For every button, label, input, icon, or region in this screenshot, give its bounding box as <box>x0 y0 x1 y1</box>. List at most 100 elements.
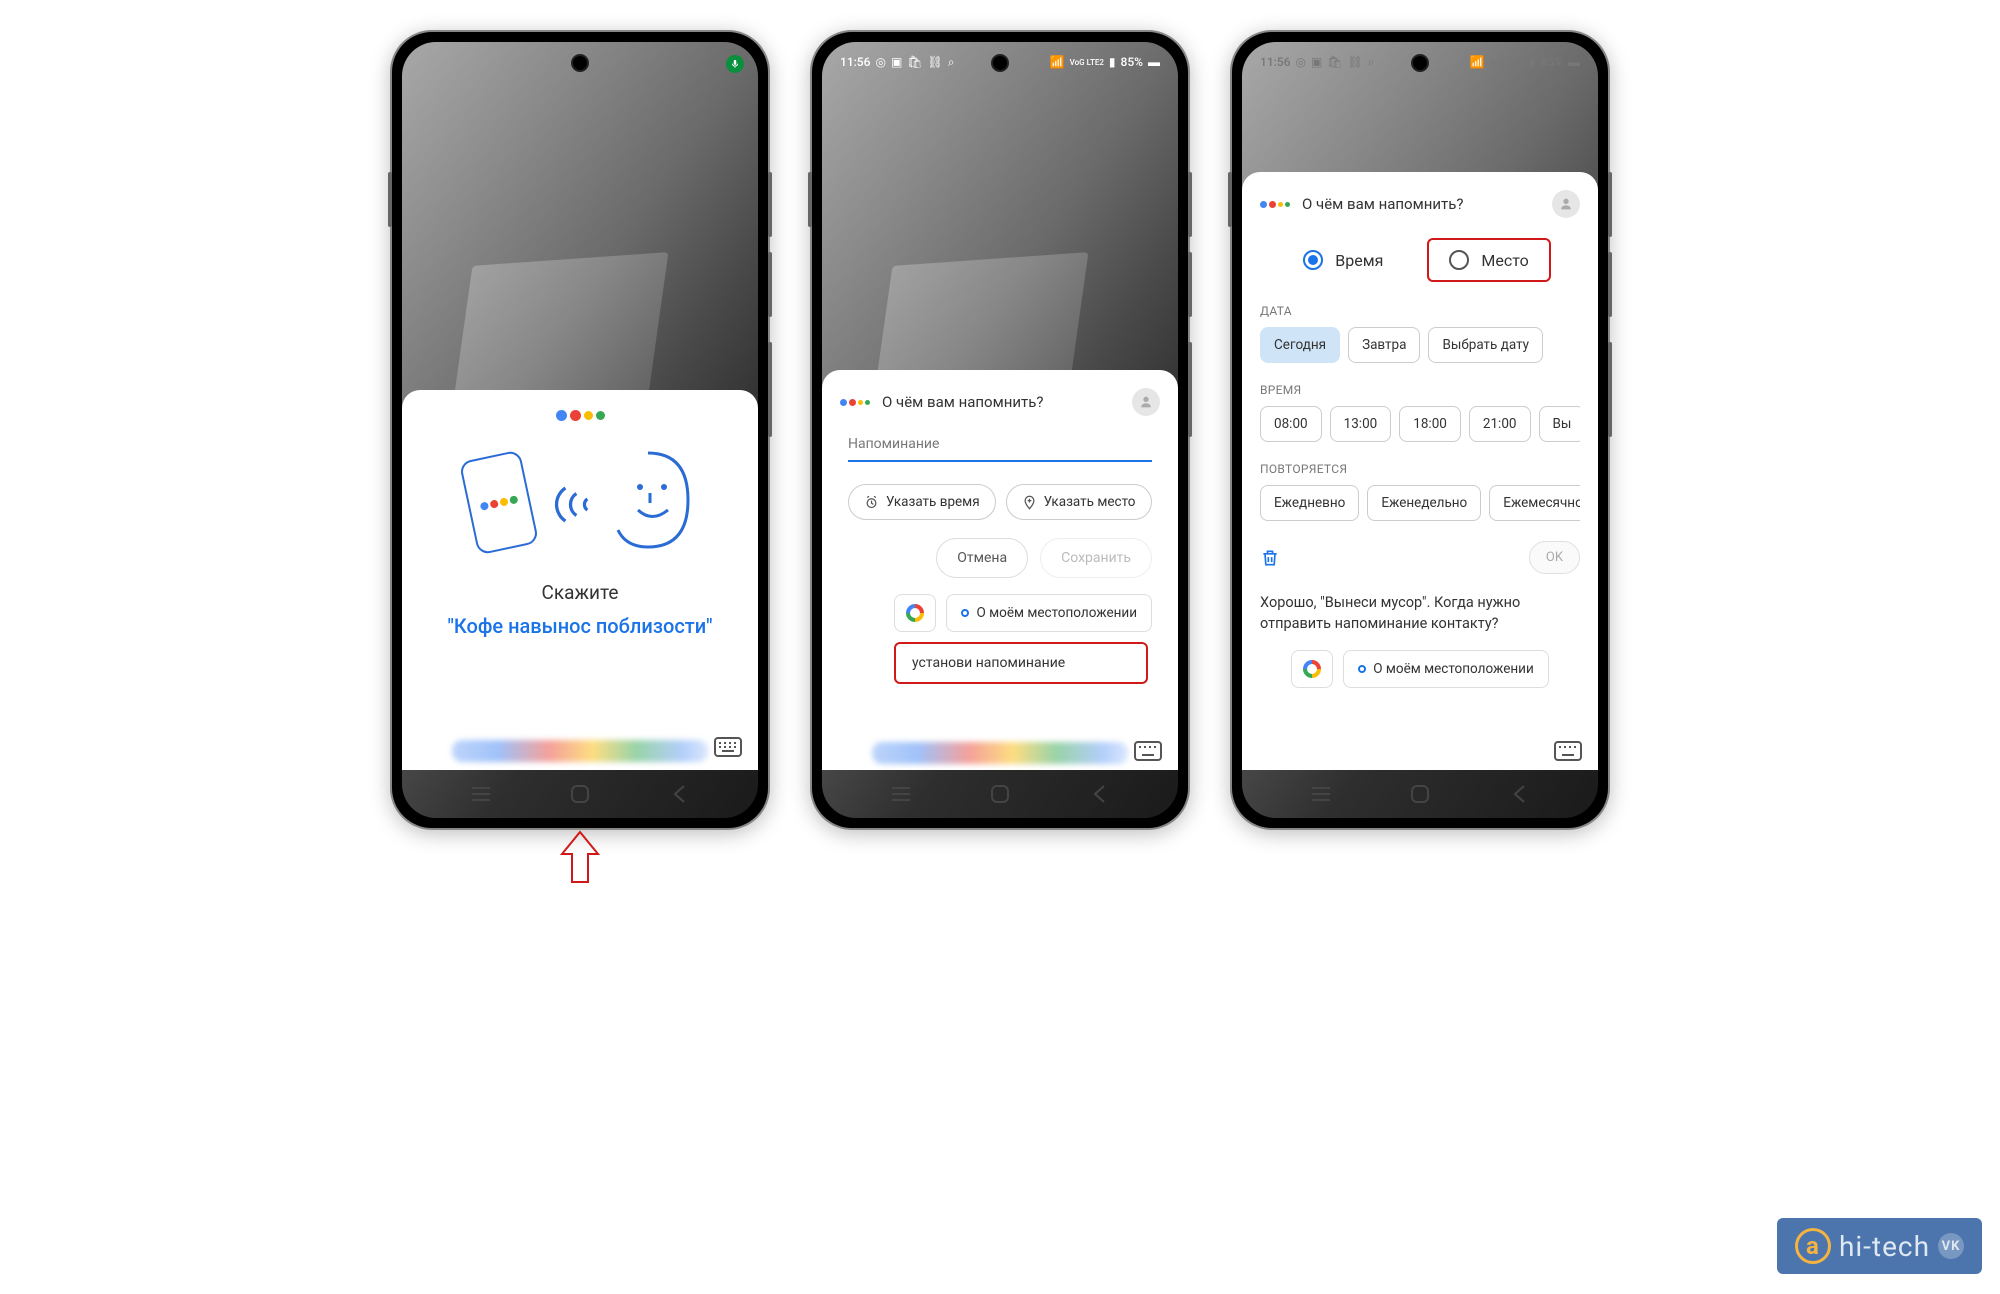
wifi-icon: 📶 <box>1470 55 1485 69</box>
time-options-row: 08:00 13:00 18:00 21:00 Вы <box>1260 406 1580 442</box>
home-button[interactable] <box>569 783 591 805</box>
location-dot-icon <box>961 609 969 617</box>
set-time-chip[interactable]: Указать время <box>848 484 996 520</box>
ok-button[interactable]: OK <box>1529 541 1580 574</box>
sheet-title: О чём вам напомнить? <box>1302 195 1540 213</box>
battery-label: 85% <box>1541 55 1563 69</box>
shopping-icon: 🛍 <box>1327 55 1342 69</box>
gallery-icon: ▣ <box>1311 55 1322 69</box>
recents-button[interactable] <box>1310 783 1332 805</box>
sheet-title: О чём вам напомнить? <box>882 393 1120 411</box>
location-suggestion-chip[interactable]: О моём местоположении <box>1343 650 1549 688</box>
date-section-label: ДАТА <box>1260 304 1580 318</box>
chart-icon: ⛓ <box>928 55 943 69</box>
watermark: a hi-tech VK <box>1777 1218 1982 1274</box>
wifi-icon: 📶 <box>1050 55 1065 69</box>
recents-button[interactable] <box>470 783 492 805</box>
say-prompt-example: "Кофе навынос поблизости" <box>447 614 712 638</box>
annotation-highlight-box: Место <box>1427 238 1550 282</box>
date-pill-choose[interactable]: Выбрать дату <box>1428 327 1543 363</box>
back-button[interactable] <box>668 783 690 805</box>
cancel-button[interactable]: Отмена <box>936 538 1028 578</box>
google-search-chip[interactable] <box>894 594 936 632</box>
mic-active-indicator <box>726 55 744 73</box>
signal-icon: ▮ <box>1109 55 1116 69</box>
android-nav-bar <box>822 770 1178 818</box>
google-search-chip[interactable] <box>1291 650 1333 688</box>
annotation-arrow-home <box>558 830 602 885</box>
time-pill[interactable]: 18:00 <box>1399 406 1461 442</box>
battery-icon: ▬ <box>1148 55 1160 69</box>
instagram-icon: ◎ <box>875 55 885 69</box>
annotation-highlight-box: установи напоминание <box>894 642 1148 684</box>
voice-wave-indicator <box>452 740 708 762</box>
voice-wave-indicator <box>872 742 1128 764</box>
profile-avatar[interactable] <box>1132 388 1160 416</box>
battery-icon: ▬ <box>1568 55 1580 69</box>
keyboard-icon[interactable] <box>1554 740 1582 762</box>
google-assistant-logo <box>556 410 605 421</box>
location-dot-icon <box>1358 665 1366 673</box>
network-label: VoG LTE2 <box>1070 58 1104 67</box>
phone-mockup-1: Скажите "Кофе навынос поблизости" <box>390 30 770 830</box>
delete-icon[interactable] <box>1260 547 1280 569</box>
google-g-icon <box>1303 660 1321 678</box>
status-time: 11:56 <box>1260 55 1290 69</box>
network-label: VoG LTE2 <box>1490 58 1524 67</box>
date-options-row: Сегодня Завтра Выбрать дату <box>1260 327 1580 363</box>
repeat-options-row: Ежедневно Еженедельно Ежемесячно <box>1260 485 1580 521</box>
keyboard-icon[interactable] <box>1134 740 1162 762</box>
time-pill[interactable]: 08:00 <box>1260 406 1322 442</box>
assistant-illustration <box>450 445 710 555</box>
search-icon: ⌕ <box>1368 55 1375 70</box>
camera-hole <box>571 54 589 72</box>
save-button[interactable]: Сохранить <box>1040 538 1152 578</box>
phone-mockup-3: 11:56 ◎ ▣ 🛍 ⛓ ⌕ 📶 VoG LTE2 ▮ 85% ▬ <box>1230 30 1610 830</box>
assistant-prompt-card: Скажите "Кофе навынос поблизости" <box>402 390 758 770</box>
recents-button[interactable] <box>890 783 912 805</box>
radio-time-option[interactable]: Время <box>1289 238 1397 282</box>
home-button[interactable] <box>1409 783 1431 805</box>
android-nav-bar <box>1242 770 1598 818</box>
vk-icon: VK <box>1938 1233 1964 1259</box>
time-pill[interactable]: 21:00 <box>1469 406 1531 442</box>
shopping-icon: 🛍 <box>907 55 922 69</box>
watermark-at-icon: a <box>1795 1228 1831 1264</box>
set-place-chip[interactable]: Указать место <box>1006 484 1152 520</box>
chart-icon: ⛓ <box>1348 55 1363 69</box>
status-time: 11:56 <box>840 55 870 69</box>
reminder-input[interactable] <box>848 460 1152 462</box>
instagram-icon: ◎ <box>1295 55 1305 69</box>
repeat-pill-monthly[interactable]: Ежемесячно <box>1489 485 1580 521</box>
camera-hole <box>991 54 1009 72</box>
say-prompt-label: Скажите <box>542 581 619 604</box>
location-add-icon <box>1022 495 1037 510</box>
repeat-pill-weekly[interactable]: Еженедельно <box>1367 485 1481 521</box>
time-pill-partial[interactable]: Вы <box>1539 406 1581 442</box>
repeat-pill-daily[interactable]: Ежедневно <box>1260 485 1359 521</box>
android-nav-bar <box>402 770 758 818</box>
gallery-icon: ▣ <box>891 55 902 69</box>
watermark-text: hi-tech <box>1839 1230 1930 1263</box>
google-assistant-logo <box>840 399 870 406</box>
set-reminder-suggestion[interactable]: установи напоминание <box>898 646 1079 680</box>
radio-place-option[interactable]: Место <box>1431 242 1546 278</box>
keyboard-icon[interactable] <box>714 736 742 758</box>
battery-label: 85% <box>1121 55 1143 69</box>
date-pill-tomorrow[interactable]: Завтра <box>1348 327 1420 363</box>
date-pill-today[interactable]: Сегодня <box>1260 327 1340 363</box>
reminder-input-label: Напоминание <box>848 436 1152 452</box>
phone-mockup-2: 11:56 ◎ ▣ 🛍 ⛓ ⌕ 📶 VoG LTE2 ▮ 85% ▬ <box>810 30 1190 830</box>
search-icon: ⌕ <box>948 55 955 70</box>
location-suggestion-chip[interactable]: О моём местоположении <box>946 594 1152 632</box>
back-button[interactable] <box>1508 783 1530 805</box>
time-pill[interactable]: 13:00 <box>1330 406 1392 442</box>
signal-icon: ▮ <box>1529 55 1536 69</box>
reminder-sheet: О чём вам напомнить? Напоминание Указать… <box>822 370 1178 770</box>
profile-avatar[interactable] <box>1552 190 1580 218</box>
google-assistant-logo <box>1260 201 1290 208</box>
back-button[interactable] <box>1088 783 1110 805</box>
assistant-response-text: Хорошо, "Вынеси мусор". Когда нужно отпр… <box>1260 592 1580 634</box>
repeat-section-label: ПОВТОРЯЕТСЯ <box>1260 462 1580 476</box>
home-button[interactable] <box>989 783 1011 805</box>
